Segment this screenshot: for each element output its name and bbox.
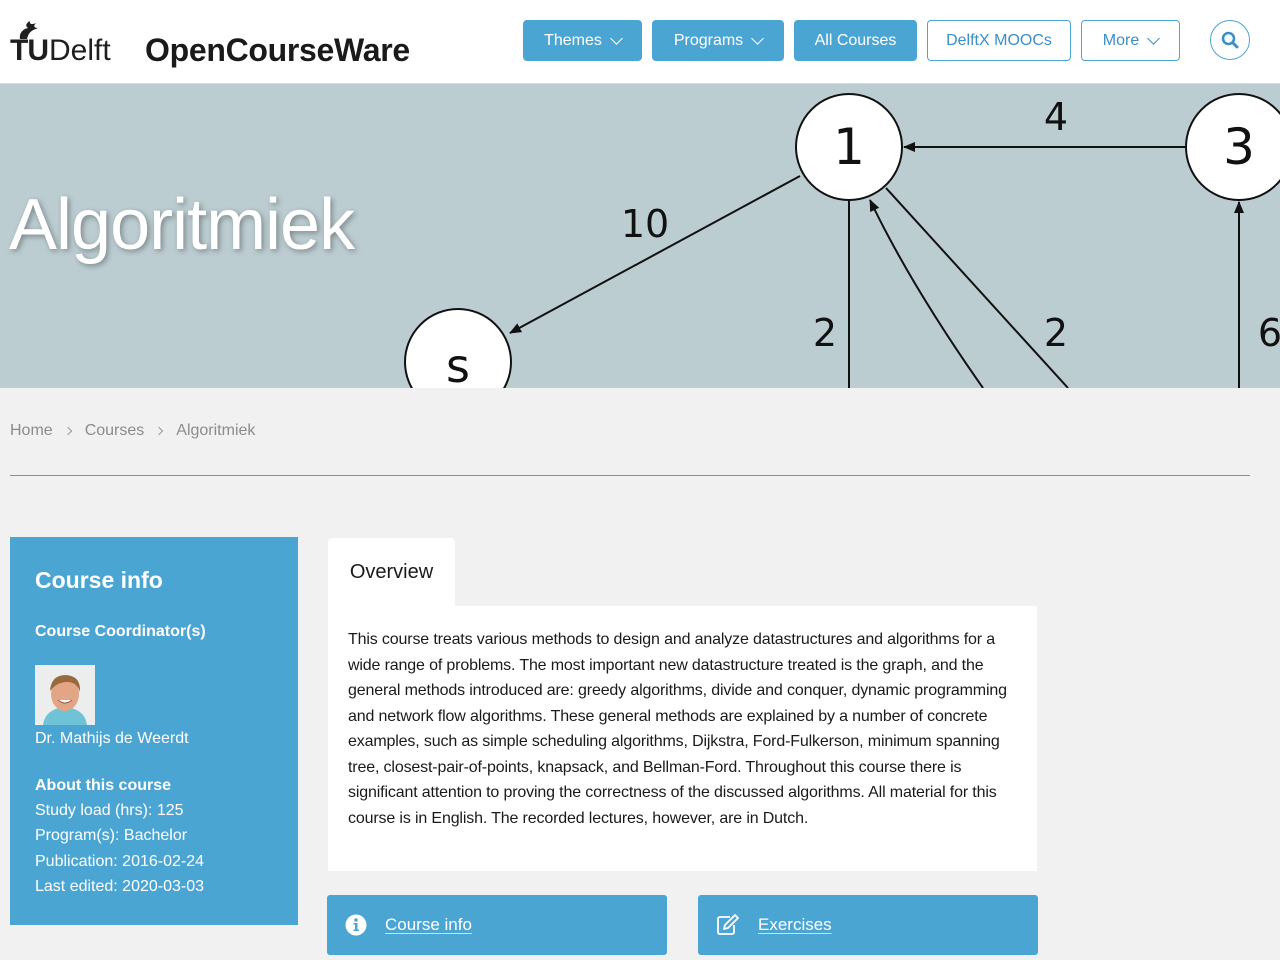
logo-delft-text: Delft (49, 34, 111, 67)
logo-tu-text: TU (10, 34, 49, 67)
graph-node-label: s (446, 339, 470, 388)
course-info-sidebar: Course info Course Coordinator(s) Dr. Ma… (10, 537, 298, 925)
nav-themes-button[interactable]: Themes (523, 20, 642, 61)
breadcrumb-home[interactable]: Home (10, 422, 53, 440)
flame-icon (19, 21, 38, 39)
graph-edge-label: 2 (1044, 311, 1068, 355)
graph-edge-label: 2 (813, 311, 837, 355)
breadcrumb-courses[interactable]: Courses (85, 422, 145, 440)
publication-date: Publication: 2016-02-24 (35, 853, 205, 870)
breadcrumb-current: Algoritmiek (176, 422, 256, 439)
coordinator-name[interactable]: Dr. Mathijs de Weerdt (35, 730, 189, 748)
study-load: Study load (hrs): 125 (35, 802, 184, 819)
last-edited-date: Last edited: 2020-03-03 (35, 878, 205, 895)
tab-overview[interactable]: Overview (328, 538, 455, 606)
course-info-link[interactable]: Course info (385, 915, 472, 935)
graph-edge (509, 175, 801, 334)
site-header: TU Delft OpenCourseWare Themes Programs … (0, 0, 1280, 84)
chevron-right-icon (155, 426, 164, 436)
nav-delftx-moocs-label: DelftX MOOCs (946, 31, 1052, 49)
nav-more-button[interactable]: More (1081, 20, 1180, 61)
nav-programs-label: Programs (673, 31, 744, 49)
graph-edge (885, 187, 1069, 388)
graph-node-label: 3 (1223, 118, 1255, 176)
overview-text: This course treats various methods to de… (348, 631, 1007, 827)
graph-edge-label: 6 (1258, 311, 1280, 355)
graph-node-label: 1 (833, 118, 865, 176)
graph-edge (869, 199, 984, 388)
course-info-card[interactable]: Course info (327, 895, 667, 955)
coordinator-heading: Course Coordinator(s) (35, 623, 206, 640)
programs: Program(s): Bachelor (35, 827, 188, 844)
overview-panel: This course treats various methods to de… (328, 606, 1037, 871)
search-icon (1221, 31, 1239, 49)
chevron-right-icon (63, 426, 72, 436)
nav-programs-button[interactable]: Programs (652, 20, 784, 61)
nav-all-courses-label: All Courses (814, 31, 897, 49)
info-icon (345, 914, 367, 936)
edit-icon (717, 914, 739, 935)
course-title: Algoritmiek (9, 185, 355, 265)
nav-more-label: More (1102, 31, 1140, 49)
breadcrumb-divider (10, 475, 1250, 476)
sidebar-title: Course info (35, 567, 163, 593)
chevron-down-icon (1147, 31, 1161, 45)
coordinator-avatar[interactable] (35, 665, 95, 725)
tudelft-logo[interactable]: TU Delft (10, 21, 111, 67)
exercises-card[interactable]: Exercises (698, 895, 1038, 955)
breadcrumb: Home Courses Algoritmiek (10, 422, 255, 440)
site-title[interactable]: OpenCourseWare (145, 32, 410, 69)
hero-banner: 1 3 s 4 10 2 2 6 Algoritmiek (0, 84, 1280, 388)
search-button[interactable] (1210, 20, 1250, 60)
exercises-link[interactable]: Exercises (758, 915, 832, 935)
graph-edge-label: 10 (621, 202, 669, 246)
about-heading: About this course (35, 777, 172, 794)
person-photo-icon (35, 665, 95, 725)
graph-edge-label: 4 (1044, 95, 1068, 139)
nav-delftx-moocs-button[interactable]: DelftX MOOCs (927, 20, 1071, 61)
chevron-down-icon (751, 31, 765, 45)
nav-themes-label: Themes (544, 31, 602, 49)
nav-all-courses-button[interactable]: All Courses (794, 20, 917, 61)
chevron-down-icon (610, 31, 623, 45)
